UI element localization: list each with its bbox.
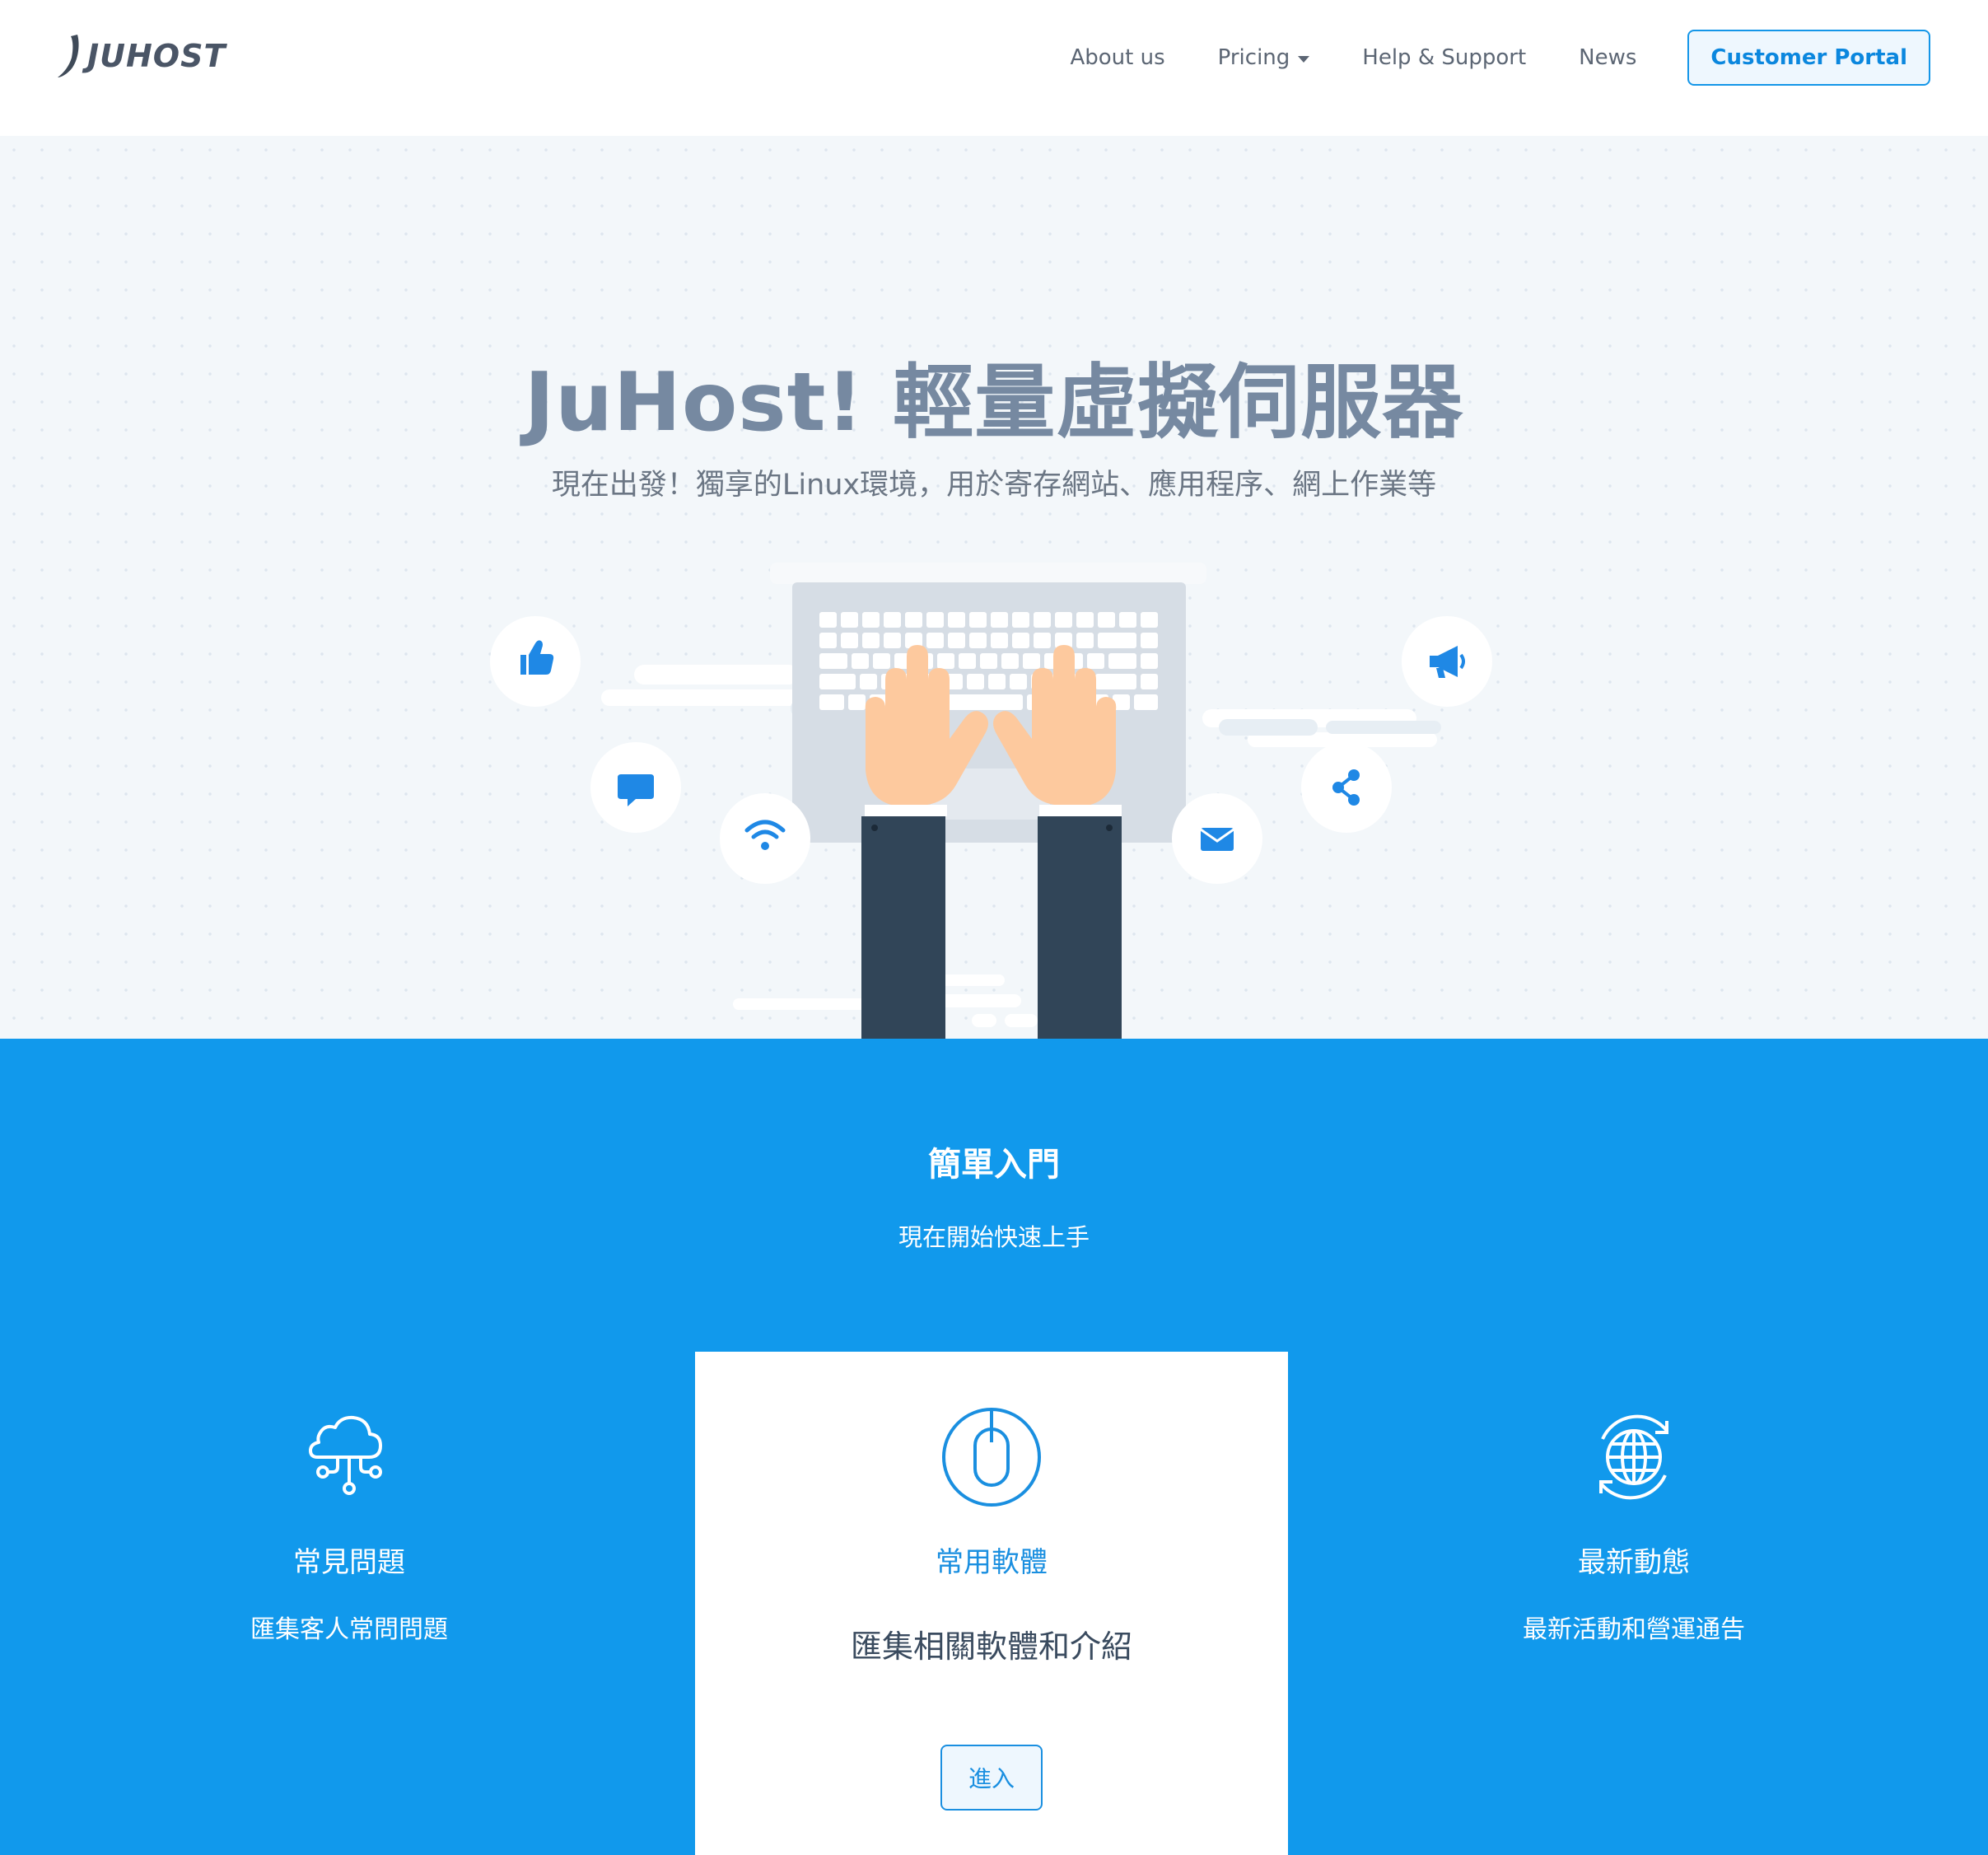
software-desc: 匯集相關軟體和介紹: [850, 1628, 1132, 1665]
chat-icon: [590, 742, 681, 833]
envelope-icon: [1172, 793, 1262, 884]
news-title: 最新動態: [1578, 1546, 1690, 1579]
section-subtitle: 現在開始快速上手: [898, 1223, 1090, 1251]
caret-down-icon: [1298, 55, 1310, 63]
megaphone-icon: [1402, 616, 1492, 707]
top-navbar: JUHOST About us Pricing Help & Support N…: [0, 0, 1988, 136]
faq-title: 常見問題: [293, 1546, 405, 1579]
cloud-network-icon: [309, 1415, 382, 1495]
software-card: 常用軟體 匯集相關軟體和介紹 進入: [695, 1352, 1288, 1855]
news-card[interactable]: 最新動態 最新活動和營運通告: [1337, 1352, 1930, 1855]
section-title: 簡單入門: [928, 1146, 1060, 1184]
nav-about-us-label: About us: [1070, 45, 1165, 70]
wifi-icon: [720, 793, 810, 884]
logo-swoosh-icon: [58, 35, 79, 77]
hero-section: JuHost! 輕量虛擬伺服器 現在出發！獨享的Linux環境，用於寄存網站、應…: [0, 136, 1988, 1039]
news-desc: 最新活動和營運通告: [1523, 1615, 1745, 1644]
nav-help-support-label: Help & Support: [1362, 45, 1527, 70]
enter-button[interactable]: 進入: [940, 1745, 1043, 1811]
hero-title: JuHost! 輕量虛擬伺服器: [524, 356, 1464, 450]
nav-news-label: News: [1579, 45, 1637, 70]
thumbs-up-icon: [490, 616, 581, 707]
brand-name: JUHOST: [87, 38, 226, 74]
hero-subtitle: 現在出發！獨享的Linux環境，用於寄存網站、應用程序、網上作業等: [551, 469, 1437, 502]
nav-pricing-label: Pricing: [1217, 45, 1290, 70]
software-title: 常用軟體: [936, 1546, 1048, 1579]
brand-logo[interactable]: JUHOST: [56, 33, 226, 79]
nav-help-support[interactable]: Help & Support: [1362, 45, 1526, 70]
main-nav: About us Pricing Help & Support News Cus…: [1017, 30, 1930, 86]
mouse-icon: [942, 1408, 1041, 1507]
nav-news[interactable]: News: [1579, 45, 1636, 70]
faq-card[interactable]: 常見問題 匯集客人常問問題: [53, 1352, 646, 1855]
getting-started-section: 簡單入門 現在開始快速上手 常見問題 匯集客人常問問題 常用軟體 匯集相關軟體和…: [0, 1039, 1988, 1855]
share-icon: [1301, 742, 1392, 833]
faq-desc: 匯集客人常問問題: [250, 1615, 448, 1644]
globe-refresh-icon: [1599, 1414, 1668, 1500]
nav-pricing[interactable]: Pricing: [1218, 45, 1310, 70]
laptop-graphic: [770, 563, 1206, 843]
hero-illustration: [490, 563, 1492, 1039]
nav-about-us[interactable]: About us: [1070, 45, 1164, 70]
customer-portal-button[interactable]: Customer Portal: [1687, 30, 1930, 86]
